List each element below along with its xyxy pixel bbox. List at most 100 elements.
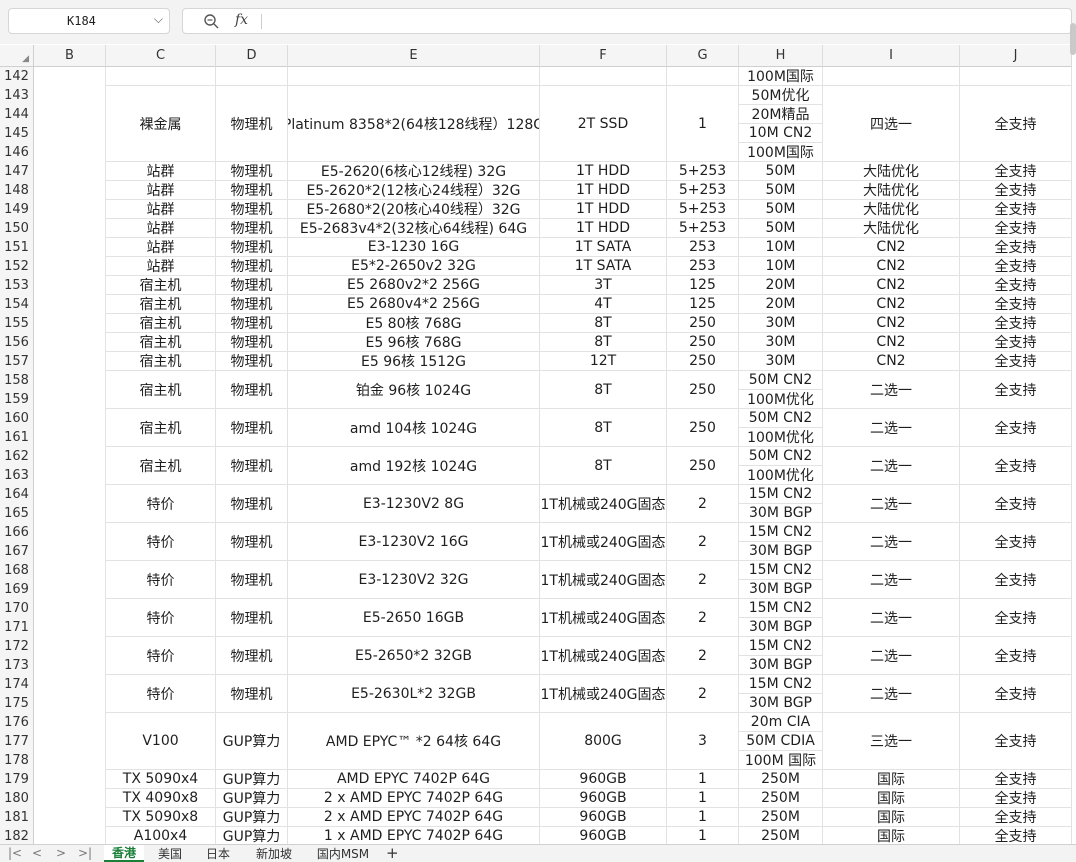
cell-g[interactable]: 125: [667, 295, 739, 314]
cell-j[interactable]: 全支持: [960, 485, 1072, 523]
cell-f[interactable]: 8T: [540, 333, 667, 352]
cell-c[interactable]: 宿主机: [106, 352, 216, 371]
cell-h[interactable]: 30M BGP: [739, 580, 823, 599]
row-header[interactable]: 163: [0, 466, 34, 485]
cell-e[interactable]: E5 96核 1512G: [288, 352, 540, 371]
row-header[interactable]: 149: [0, 200, 34, 219]
cell-h[interactable]: 50M: [739, 219, 823, 238]
row-header[interactable]: 170: [0, 599, 34, 618]
cell-d[interactable]: GUP算力: [216, 827, 288, 844]
cell-h[interactable]: 100M优化: [739, 390, 823, 409]
cell-e[interactable]: E3-1230V2 16G: [288, 523, 540, 561]
cell-c[interactable]: 特价: [106, 561, 216, 599]
add-sheet-button[interactable]: +: [386, 844, 399, 862]
cell-d[interactable]: 物理机: [216, 447, 288, 485]
row-header[interactable]: 148: [0, 181, 34, 200]
cell-g[interactable]: 1: [667, 86, 739, 162]
cell-g[interactable]: 250: [667, 447, 739, 485]
cell-d[interactable]: 物理机: [216, 181, 288, 200]
cell-g[interactable]: 125: [667, 276, 739, 295]
cell-i[interactable]: 二选一: [823, 561, 960, 599]
cell-d[interactable]: 物理机: [216, 599, 288, 637]
cell-i[interactable]: 二选一: [823, 485, 960, 523]
cell-j[interactable]: 全支持: [960, 200, 1072, 219]
cell-b[interactable]: [34, 333, 106, 352]
cell-e[interactable]: Platinum 8358*2(64核128线程）128G: [288, 86, 540, 162]
cell-e[interactable]: 铂金 96核 1024G: [288, 371, 540, 409]
cell-e[interactable]: [288, 67, 540, 86]
cell-b[interactable]: [34, 295, 106, 314]
row-header[interactable]: 151: [0, 238, 34, 257]
cell-c[interactable]: 特价: [106, 599, 216, 637]
cell-e[interactable]: AMD EPYC™ *2 64核 64G: [288, 713, 540, 770]
column-header-b[interactable]: B: [34, 45, 106, 67]
sheet-tab[interactable]: 新加坡: [246, 845, 302, 862]
cell-h[interactable]: 50M CDIA: [739, 732, 823, 751]
row-header[interactable]: 182: [0, 827, 34, 844]
cell-e[interactable]: 2 x AMD EPYC 7402P 64G: [288, 808, 540, 827]
cell-d[interactable]: GUP算力: [216, 789, 288, 808]
cell-h[interactable]: 10M: [739, 257, 823, 276]
cell-b[interactable]: [34, 219, 106, 238]
cell-g[interactable]: [667, 67, 739, 86]
cell-f[interactable]: 1T机械或240G固态: [540, 675, 667, 713]
cell-i[interactable]: 大陆优化: [823, 181, 960, 200]
cell-f[interactable]: 1T HDD: [540, 162, 667, 181]
cell-b[interactable]: [34, 238, 106, 257]
cell-h[interactable]: 20M: [739, 295, 823, 314]
cell-e[interactable]: E5-2620*2(12核心24线程）32G: [288, 181, 540, 200]
cell-h[interactable]: 250M: [739, 770, 823, 789]
cell-i[interactable]: 国际: [823, 827, 960, 844]
cell-c[interactable]: 宿主机: [106, 371, 216, 409]
row-header[interactable]: 157: [0, 352, 34, 371]
cell-h[interactable]: 15M CN2: [739, 485, 823, 504]
cell-c[interactable]: 宿主机: [106, 295, 216, 314]
column-header-g[interactable]: G: [667, 45, 739, 67]
cell-b[interactable]: [34, 409, 106, 447]
row-header[interactable]: 173: [0, 656, 34, 675]
row-header[interactable]: 168: [0, 561, 34, 580]
cell-j[interactable]: 全支持: [960, 789, 1072, 808]
cell-h[interactable]: 250M: [739, 789, 823, 808]
cell-g[interactable]: 250: [667, 333, 739, 352]
row-header[interactable]: 164: [0, 485, 34, 504]
cell-i[interactable]: 大陆优化: [823, 162, 960, 181]
row-header[interactable]: 160: [0, 409, 34, 428]
cell-g[interactable]: 253: [667, 257, 739, 276]
cell-h[interactable]: 50M: [739, 162, 823, 181]
column-header-h[interactable]: H: [739, 45, 823, 67]
cell-c[interactable]: 宿主机: [106, 276, 216, 295]
cell-h[interactable]: 30M: [739, 314, 823, 333]
cell-b[interactable]: [34, 86, 106, 162]
cell-i[interactable]: CN2: [823, 352, 960, 371]
row-header[interactable]: 162: [0, 447, 34, 466]
cell-d[interactable]: 物理机: [216, 238, 288, 257]
cell-f[interactable]: 1T机械或240G固态: [540, 523, 667, 561]
zoom-icon[interactable]: [203, 13, 219, 33]
cell-g[interactable]: 1: [667, 789, 739, 808]
cell-e[interactable]: E5-2683v4*2(32核心64线程) 64G: [288, 219, 540, 238]
cell-i[interactable]: CN2: [823, 238, 960, 257]
cell-i[interactable]: CN2: [823, 276, 960, 295]
cell-j[interactable]: 全支持: [960, 181, 1072, 200]
cell-g[interactable]: 253: [667, 238, 739, 257]
cell-d[interactable]: [216, 67, 288, 86]
row-header[interactable]: 158: [0, 371, 34, 390]
cell-i[interactable]: 二选一: [823, 371, 960, 409]
cell-e[interactable]: E5-2650 16GB: [288, 599, 540, 637]
cell-h[interactable]: 100M国际: [739, 67, 823, 86]
cell-e[interactable]: E5 80核 768G: [288, 314, 540, 333]
cell-g[interactable]: 2: [667, 599, 739, 637]
cell-j[interactable]: 全支持: [960, 637, 1072, 675]
cell-f[interactable]: 3T: [540, 276, 667, 295]
cell-i[interactable]: CN2: [823, 314, 960, 333]
cell-e[interactable]: E5 2680v4*2 256G: [288, 295, 540, 314]
cell-c[interactable]: 站群: [106, 238, 216, 257]
row-header[interactable]: 142: [0, 67, 34, 86]
cell-h[interactable]: 15M CN2: [739, 675, 823, 694]
spreadsheet-grid[interactable]: ◢ B C D E F G H I J 裸金属 物理机 Platinum 8358*2(64核128线程…: [0, 44, 1076, 844]
row-header[interactable]: 165: [0, 504, 34, 523]
cell-c[interactable]: [106, 67, 216, 86]
row-header[interactable]: 152: [0, 257, 34, 276]
row-header[interactable]: 178: [0, 751, 34, 770]
